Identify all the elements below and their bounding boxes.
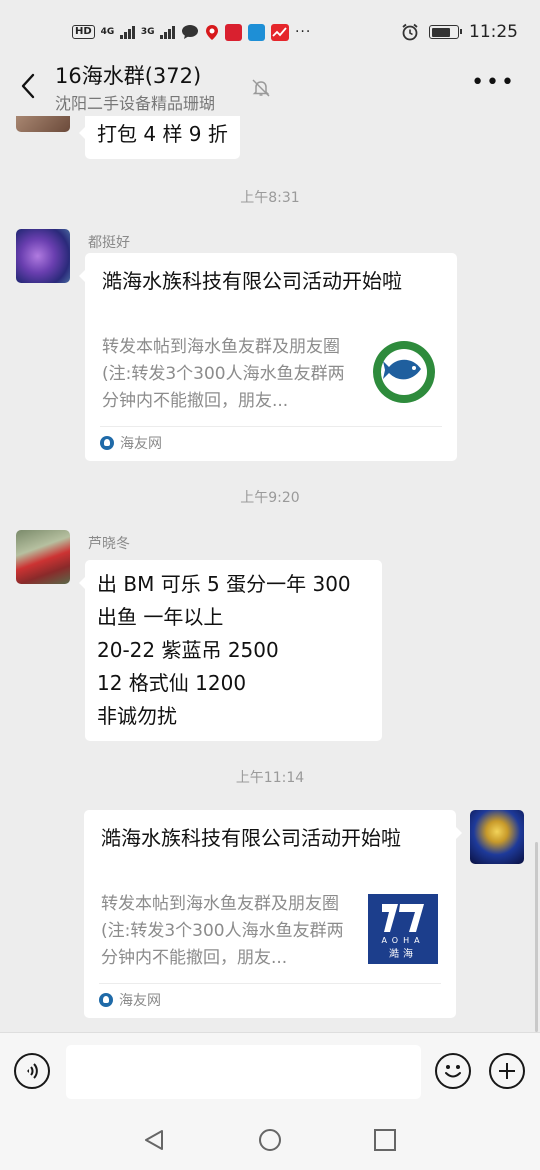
network-3g-label: 3G: [140, 27, 155, 37]
message-text: 打包 4 样 9 折: [97, 122, 228, 146]
emoji-button[interactable]: [435, 1053, 471, 1089]
voice-icon: [27, 1063, 38, 1079]
chat-message-list[interactable]: 打包 4 样 9 折 上午8:31 都挺好 澔海水族科技有限公司活动开始啦 转发…: [0, 116, 540, 1032]
battery-level: [431, 27, 450, 37]
nav-home-icon[interactable]: [258, 1128, 282, 1152]
input-bar: [0, 1032, 540, 1110]
card-source-label: 海友网: [119, 993, 161, 1009]
message-icon: [181, 25, 198, 39]
card-thumbnail-logo: AOHA 澔海: [368, 894, 438, 964]
message-input[interactable]: [66, 1045, 421, 1099]
timestamp: 上午8:31: [240, 190, 300, 206]
message-line: 12 格式仙 1200: [97, 671, 247, 695]
card-divider: [99, 983, 441, 984]
hd-indicator: HD: [72, 25, 95, 39]
logo-cn-text: 澔海: [389, 947, 417, 960]
plus-icon: [499, 1063, 515, 1079]
card-divider: [100, 426, 442, 427]
chat-header: 16海水群(372) 沈阳二手设备精品珊瑚 •••: [0, 56, 540, 116]
card-thumbnail-logo: [369, 337, 439, 407]
page-subtitle: 沈阳二手设备精品珊瑚: [55, 94, 216, 113]
emoji-icon: [445, 1065, 461, 1078]
more-button[interactable]: •••: [471, 72, 516, 94]
link-card[interactable]: 澔海水族科技有限公司活动开始啦 转发本帖到海水鱼友群及朋友圈(注:转发3个300…: [84, 810, 462, 1018]
more-dots-icon: ···: [294, 24, 312, 40]
plus-button[interactable]: [489, 1053, 525, 1089]
chevron-left-icon: [21, 73, 35, 99]
app-red-icon: [224, 23, 242, 41]
status-icons-left: HD 4G 3G ···: [72, 20, 311, 44]
avatar[interactable]: [470, 810, 524, 864]
location-icon: [205, 24, 218, 40]
link-card[interactable]: 澔海水族科技有限公司活动开始啦 转发本帖到海水鱼友群及朋友圈(注:转发3个300…: [79, 253, 457, 461]
status-icons-right: 11:25: [401, 20, 518, 44]
card-description: 转发本帖到海水鱼友群及朋友圈(注:转发3个300人海水鱼友群两分钟内不能撤回，朋…: [101, 894, 344, 968]
logo-text: AOHA: [381, 936, 424, 945]
message-bubble[interactable]: 出 BM 可乐 5 蛋分一年 300 出鱼 一年以上 20-22 紫蓝吊 250…: [79, 560, 382, 741]
alarm-icon: [402, 23, 418, 41]
timestamp: 上午11:14: [235, 770, 305, 786]
source-icon: [99, 993, 113, 1007]
clock-time: 11:25: [469, 22, 518, 42]
message-line: 出 BM 可乐 5 蛋分一年 300: [97, 572, 351, 596]
nav-back-icon[interactable]: [142, 1128, 166, 1152]
network-4g-label: 4G: [100, 27, 115, 37]
avatar[interactable]: [16, 229, 70, 283]
scrollbar[interactable]: [535, 842, 538, 1032]
card-title: 澔海水族科技有限公司活动开始啦: [101, 826, 401, 850]
card-title: 澔海水族科技有限公司活动开始啦: [102, 269, 402, 293]
page-title: 16海水群(372): [55, 64, 202, 88]
app-chart-icon: [270, 23, 289, 41]
card-source: 海友网: [99, 990, 161, 1010]
signal-4g-icon: [120, 25, 135, 39]
sender-name: 都挺好: [88, 235, 130, 251]
status-bar: HD 4G 3G ··· 11:25: [0, 0, 540, 64]
avatar[interactable]: [16, 116, 70, 132]
card-source: 海友网: [100, 433, 162, 453]
system-nav-bar: [0, 1110, 540, 1170]
back-button[interactable]: [14, 70, 42, 102]
card-description: 转发本帖到海水鱼友群及朋友圈(注:转发3个300人海水鱼友群两分钟内不能撤回，朋…: [102, 337, 345, 411]
sender-name: 芦晓冬: [88, 536, 130, 552]
timestamp: 上午9:20: [240, 490, 300, 506]
app-blue-icon: [247, 23, 265, 41]
bell-off-icon: [252, 79, 270, 97]
signal-3g-icon: [160, 25, 175, 39]
message-line: 出鱼 一年以上: [97, 605, 224, 629]
card-source-label: 海友网: [120, 436, 162, 452]
message-line: 20-22 紫蓝吊 2500: [97, 638, 279, 662]
voice-button[interactable]: [14, 1053, 50, 1089]
message-bubble[interactable]: 打包 4 样 9 折: [79, 116, 240, 159]
source-icon: [100, 436, 114, 450]
avatar[interactable]: [16, 530, 70, 584]
message-line: 非诚勿扰: [97, 704, 177, 728]
nav-recent-icon[interactable]: [373, 1128, 397, 1152]
battery-icon: [429, 25, 462, 39]
